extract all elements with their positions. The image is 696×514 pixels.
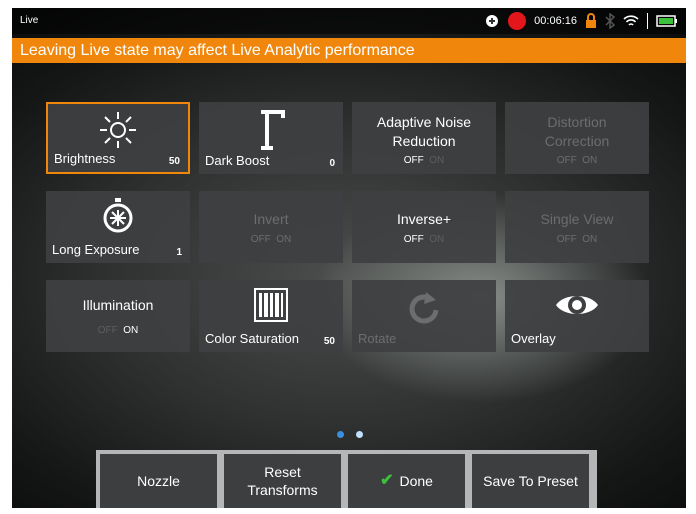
dark-boost-value: 0	[329, 158, 335, 169]
rotate-tile: Rotate	[352, 280, 496, 352]
toggle-on: ON	[582, 234, 598, 245]
brightness-value: 50	[168, 156, 180, 167]
record-indicator[interactable]	[508, 12, 527, 30]
live-screen: Live 00:06:16 Leaving Live state may aff…	[12, 8, 686, 508]
battery-icon	[656, 15, 677, 27]
invert-toggle: OFF ON	[199, 234, 343, 245]
eye-icon	[556, 296, 598, 314]
page-dot[interactable]	[337, 431, 344, 438]
wifi-icon	[623, 15, 639, 26]
page-dot-active[interactable]	[356, 431, 363, 438]
inverse-plus-toggle[interactable]: OFF ON	[352, 234, 496, 245]
distortion-title: Distortion Correction	[544, 114, 610, 149]
toggle-off: OFF	[97, 325, 118, 336]
single-view-tile: Single View OFF ON	[505, 191, 649, 263]
status-bar: Live 00:06:16	[12, 8, 686, 34]
dark-boost-tile[interactable]: Dark Boost 0	[199, 102, 343, 174]
divider	[647, 13, 648, 29]
distortion-tile: Distortion Correction OFF ON	[505, 102, 649, 174]
app-title: Live	[20, 15, 39, 26]
save-label: Save To Preset	[483, 473, 578, 489]
bluetooth-icon	[605, 13, 615, 29]
done-button[interactable]: ✔ Done	[348, 454, 465, 508]
brightness-tile[interactable]: Brightness 50	[46, 102, 190, 174]
invert-tile: Invert OFF ON	[199, 191, 343, 263]
gamma-icon	[261, 110, 285, 150]
toggle-on: ON	[123, 325, 139, 336]
single-view-toggle: OFF ON	[505, 234, 649, 245]
long-exposure-value: 1	[176, 247, 182, 258]
reset-transforms-button[interactable]: Reset Transforms	[224, 454, 341, 508]
adaptive-noise-tile[interactable]: Adaptive Noise Reduction OFF ON	[352, 102, 496, 174]
color-saturation-label: Color Saturation	[205, 331, 299, 346]
invert-title: Invert	[253, 211, 289, 227]
illumination-title: Illumination	[82, 297, 154, 313]
done-label: Done	[399, 473, 433, 489]
nozzle-label: Nozzle	[137, 473, 180, 489]
check-icon: ✔	[380, 472, 394, 489]
save-to-preset-button[interactable]: Save To Preset	[472, 454, 589, 508]
stopwatch-icon	[103, 198, 133, 233]
toggle-on: ON	[276, 234, 292, 245]
illumination-tile[interactable]: Illumination OFF ON	[46, 280, 190, 352]
nozzle-button[interactable]: Nozzle	[100, 454, 217, 508]
brightness-label: Brightness	[54, 151, 116, 166]
overlay-label: Overlay	[511, 331, 556, 346]
toggle-on: ON	[429, 155, 445, 166]
rotate-label: Rotate	[358, 331, 397, 346]
saturation-bars-icon	[254, 288, 288, 322]
toggle-off: OFF	[403, 155, 424, 166]
toggle-on: ON	[429, 234, 445, 245]
probe-icon	[486, 15, 499, 27]
clock: 00:06:16	[534, 15, 577, 27]
toggle-off: OFF	[556, 155, 577, 166]
color-saturation-value: 50	[323, 336, 335, 347]
rotate-icon	[409, 292, 439, 324]
sun-icon	[100, 112, 136, 148]
long-exposure-tile[interactable]: Long Exposure 1	[46, 191, 190, 263]
inverse-plus-tile[interactable]: Inverse+ OFF ON	[352, 191, 496, 263]
distortion-toggle: OFF ON	[505, 155, 649, 166]
inverse-plus-title: Inverse+	[396, 211, 452, 227]
reset-label: Reset Transforms	[247, 464, 318, 498]
long-exposure-label: Long Exposure	[52, 242, 140, 257]
toggle-on: ON	[582, 155, 598, 166]
adaptive-noise-toggle[interactable]: OFF ON	[352, 155, 496, 166]
illumination-toggle[interactable]: OFF ON	[46, 325, 190, 336]
overlay-tile[interactable]: Overlay	[505, 280, 649, 352]
toggle-off: OFF	[403, 234, 424, 245]
lock-icon	[586, 13, 596, 28]
warning-banner: Leaving Live state may affect Live Analy…	[12, 38, 686, 63]
single-view-title: Single View	[540, 211, 614, 227]
bottom-action-bar: Nozzle Reset Transforms ✔ Done Save To Pr…	[96, 450, 597, 508]
color-saturation-tile[interactable]: Color Saturation 50	[199, 280, 343, 352]
dark-boost-label: Dark Boost	[205, 153, 270, 168]
adaptive-noise-title: Adaptive Noise Reduction	[376, 114, 472, 149]
toggle-off: OFF	[250, 234, 271, 245]
page-indicator[interactable]	[337, 431, 363, 438]
toggle-off: OFF	[556, 234, 577, 245]
